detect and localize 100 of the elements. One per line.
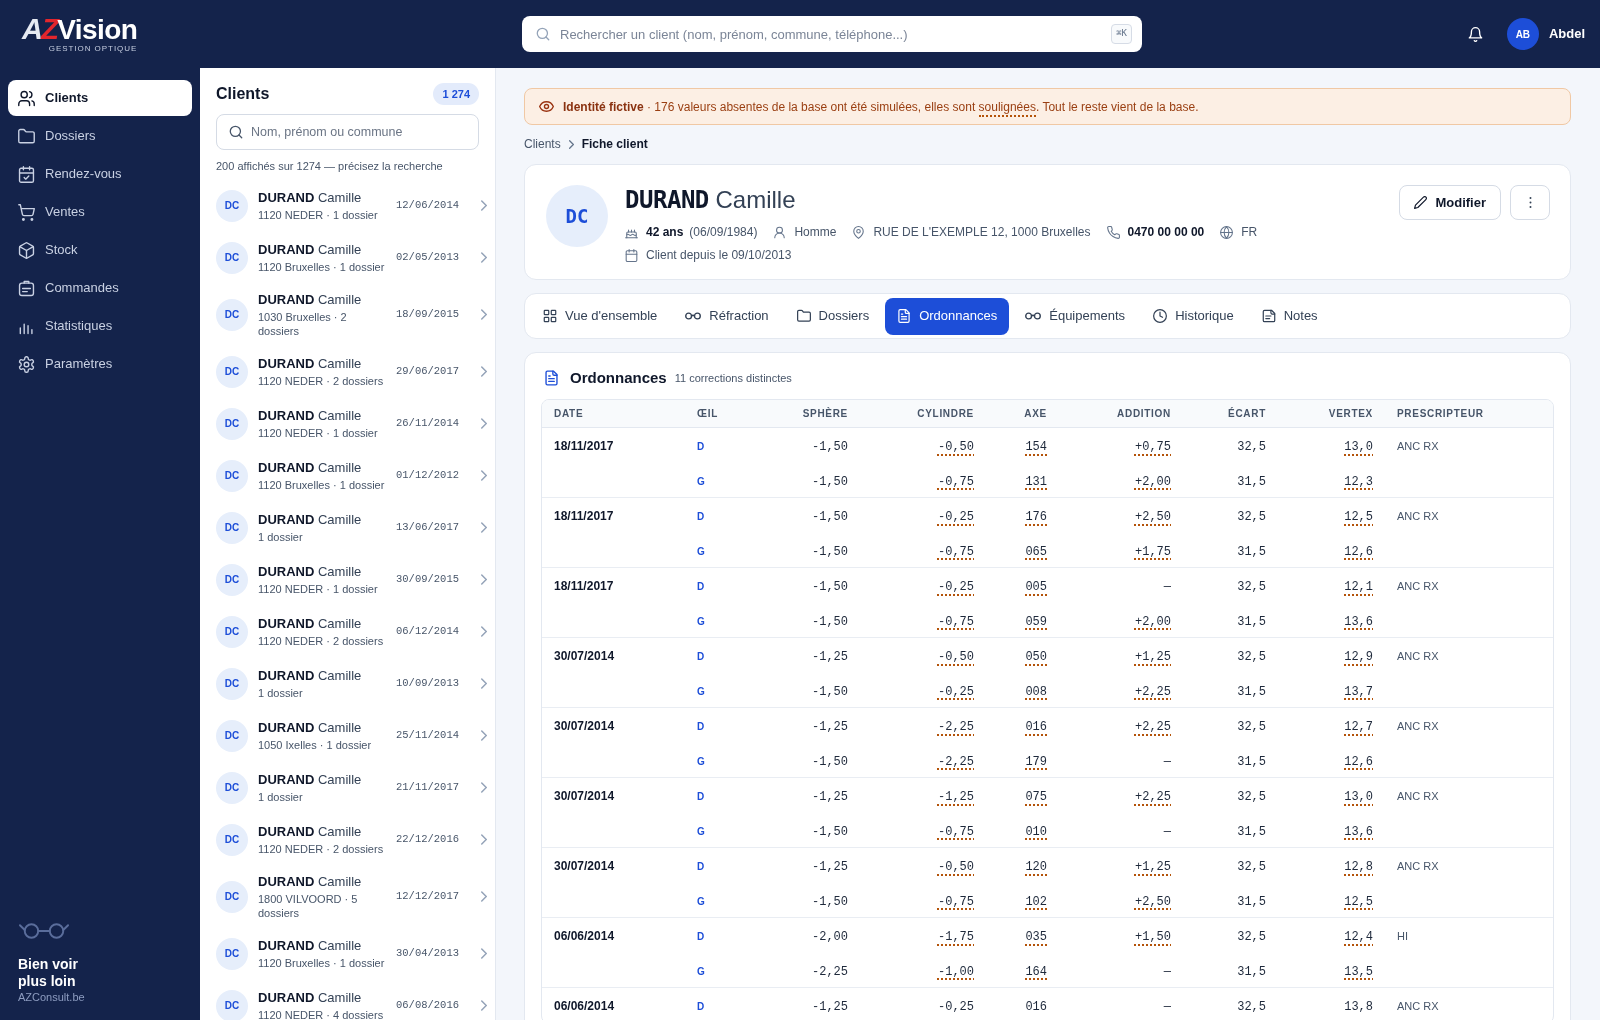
table-cell: -2,25 [938, 720, 974, 735]
sidebar-item[interactable]: Paramètres [8, 346, 192, 382]
chevron-right-icon [481, 834, 487, 845]
table-cell: 154 [1025, 440, 1047, 455]
chevron-right-icon [481, 470, 487, 481]
folder-icon [18, 127, 35, 145]
eye-cell: D [697, 931, 705, 943]
user-avatar[interactable]: AB [1506, 18, 1539, 50]
eye-icon [539, 99, 554, 114]
client-date: 29/06/2017 [396, 363, 459, 379]
eye-cell: G [697, 755, 705, 767]
tab[interactable]: Ordonnances [885, 297, 1010, 335]
tab[interactable]: Vue d'ensemble [531, 297, 670, 335]
table-cell: 31,5 [1237, 754, 1266, 769]
client-name[interactable]: DURAND Camille [258, 407, 362, 424]
client-name[interactable]: DURAND Camille [258, 241, 362, 258]
client-avatar: DC [216, 667, 248, 700]
column-header: AXE [1024, 408, 1047, 419]
client-avatar: DC [216, 407, 248, 440]
table-cell: +1,50 [1135, 930, 1171, 945]
client-details: 1120 NEDER · 4 dossiers [258, 1007, 384, 1020]
document-icon [544, 369, 559, 387]
client-gender: Homme [794, 224, 837, 241]
globe-icon [1220, 225, 1234, 239]
tab[interactable]: Notes [1249, 297, 1330, 335]
sidebar-item[interactable]: Ventes [8, 194, 192, 230]
more-vertical-icon [1528, 197, 1532, 208]
prescriber-cell: ANC RX [1397, 1000, 1439, 1013]
table-cell: -1,00 [938, 964, 974, 979]
chevron-right-icon [481, 309, 487, 320]
panel-title: Clients [216, 84, 270, 104]
client-name[interactable]: DURAND Camille [258, 291, 362, 308]
client-date: 21/11/2017 [396, 779, 459, 795]
chevron-right-icon [481, 522, 487, 533]
table-cell: 31,5 [1237, 894, 1266, 909]
search-icon [536, 27, 550, 41]
table-cell: +2,00 [1135, 474, 1171, 489]
client-name[interactable]: DURAND Camille [258, 615, 362, 632]
client-address: RUE DE L'EXEMPLE 12, 1000 Bruxelles [873, 224, 1091, 241]
table-cell: -1,25 [812, 1000, 848, 1015]
client-name[interactable]: DURAND Camille [258, 873, 362, 890]
client-name[interactable]: DURAND Camille [258, 667, 362, 684]
table-cell: 12,9 [1344, 650, 1373, 665]
breadcrumb-item: Fiche client [581, 136, 648, 153]
table-cell: +1,75 [1135, 544, 1171, 559]
client-name[interactable]: DURAND Camille [258, 459, 362, 476]
box-icon [18, 241, 35, 259]
prescriber-cell: ANC RX [1397, 790, 1439, 803]
client-name[interactable]: DURAND Camille [258, 563, 362, 580]
calendar-icon [625, 248, 638, 262]
tab[interactable]: Réfraction [673, 297, 781, 335]
table-cell: 102 [1025, 894, 1047, 909]
client-date: 30/09/2015 [396, 571, 459, 587]
client-name[interactable]: DURAND Camille [258, 355, 362, 372]
table-cell: 008 [1025, 684, 1047, 699]
client-name[interactable]: DURAND Camille [258, 511, 362, 528]
sidebar-item[interactable]: Dossiers [8, 118, 192, 154]
sidebar-item[interactable]: Rendez-vous [8, 156, 192, 192]
client-name[interactable]: DURAND Camille [258, 937, 362, 954]
clipboard-icon [18, 279, 35, 297]
eye-cell: G [697, 895, 705, 907]
client-name[interactable]: DURAND Camille [258, 823, 362, 840]
notifications-button[interactable] [1466, 25, 1485, 43]
date-cell: 06/06/2014 [554, 929, 615, 944]
table-cell: 13,7 [1344, 684, 1373, 699]
table-cell: 32,5 [1237, 1000, 1266, 1015]
client-name[interactable]: DURAND Camille [258, 771, 362, 788]
prescriber-cell: ANC RX [1397, 440, 1439, 453]
table-cell: +2,50 [1135, 894, 1171, 909]
count-badge: 1 274 [433, 82, 479, 106]
client-date: 06/12/2014 [396, 623, 459, 639]
eye-cell: G [697, 545, 705, 557]
table-cell: -1,25 [812, 650, 848, 665]
date-cell: 30/07/2014 [554, 859, 615, 874]
client-name[interactable]: DURAND Camille [258, 719, 362, 736]
table-cell: 13,6 [1344, 824, 1373, 839]
sidebar-item[interactable]: Commandes [8, 270, 192, 306]
grid-icon [543, 309, 557, 323]
prescriber-cell: ANC RX [1397, 650, 1439, 663]
chevron-right-icon [481, 1000, 487, 1011]
sidebar-item[interactable]: Stock [8, 232, 192, 268]
sidebar-item[interactable]: Statistiques [8, 308, 192, 344]
tab[interactable]: Dossiers [784, 297, 882, 335]
website-link[interactable]: AZConsult.be [18, 990, 85, 1004]
client-date: 22/12/2016 [396, 831, 459, 847]
tab[interactable]: Historique [1141, 297, 1246, 335]
client-name[interactable]: DURAND Camille [258, 189, 362, 206]
edit-button[interactable]: Modifier [1399, 185, 1501, 220]
user-name[interactable]: Abdel [1548, 24, 1585, 44]
client-search-field[interactable]: Nom, prénom ou commune [216, 114, 479, 150]
tab[interactable]: Équipements [1013, 297, 1138, 335]
table-cell: 065 [1025, 544, 1047, 559]
client-name[interactable]: DURAND Camille [258, 989, 362, 1006]
client-date: 01/12/2012 [396, 467, 459, 483]
sidebar-item[interactable]: Clients [8, 80, 192, 116]
table-cell: 13,0 [1344, 790, 1373, 805]
breadcrumb-item[interactable]: Clients [524, 135, 561, 153]
table-cell: -2,25 [938, 754, 974, 769]
client-details: 1120 NEDER · 1 dossier [258, 425, 378, 440]
client-avatar: DC [216, 459, 248, 492]
